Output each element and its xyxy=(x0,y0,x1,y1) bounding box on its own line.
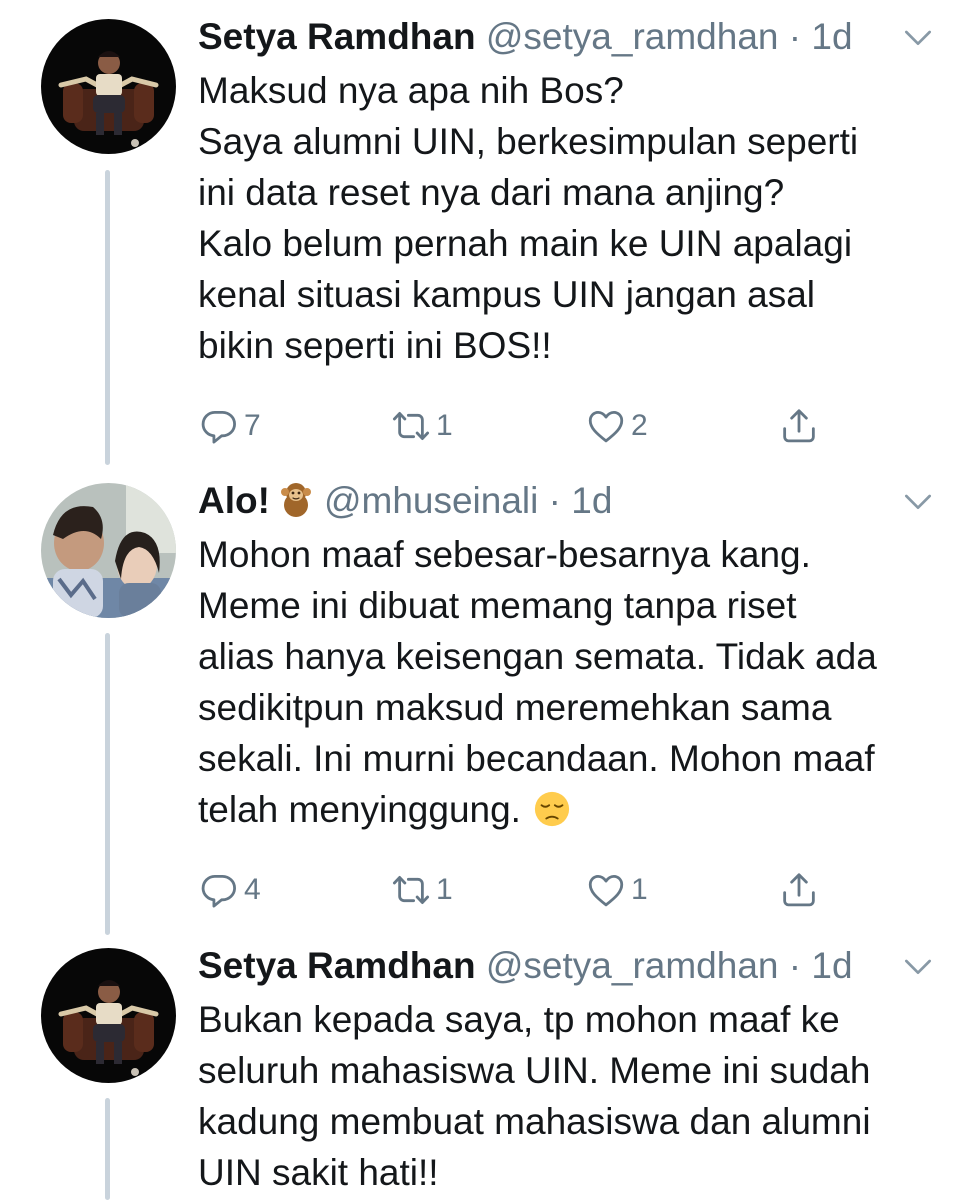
tweet-text-line: sekali. Ini murni becandaan. Mohon maaf xyxy=(198,738,875,779)
share-icon xyxy=(778,869,820,911)
tweet[interactable]: Setya Ramdhan @setya_ramdhan · 1d Maksud… xyxy=(198,13,938,451)
retweet-icon xyxy=(390,405,432,447)
tweet-header: Setya Ramdhan @setya_ramdhan · 1d xyxy=(198,13,938,61)
thread-connector-1 xyxy=(105,170,110,465)
tweet-text: Maksud nya apa nih Bos? Saya alumni UIN,… xyxy=(198,65,938,371)
reply-count: 7 xyxy=(244,409,261,442)
reply-count: 4 xyxy=(244,873,261,906)
tweet-header: Alo! @mhuseinali · 1d xyxy=(198,477,938,525)
tweet-text-line: Mohon maaf sebesar-besarnya kang. xyxy=(198,534,811,575)
display-name[interactable]: Setya Ramdhan xyxy=(198,16,476,57)
share-icon xyxy=(778,405,820,447)
chevron-down-icon[interactable] xyxy=(898,481,938,521)
tweet-text-line: alias hanya keisengan semata. Tidak ada xyxy=(198,636,877,677)
timestamp[interactable]: 1d xyxy=(571,480,612,521)
retweet-button[interactable]: 1 xyxy=(390,865,453,915)
display-name[interactable]: Alo! xyxy=(198,480,270,521)
tweet-text-line: Kalo belum pernah main ke UIN apalagi xyxy=(198,223,853,264)
avatar-photo xyxy=(41,483,176,618)
timestamp[interactable]: 1d xyxy=(811,16,852,57)
tweet-text-line-last: telah menyinggung. xyxy=(198,784,938,835)
like-icon xyxy=(585,405,627,447)
tweet-text-line: bikin seperti ini BOS!! xyxy=(198,325,552,366)
tweet-actions: 7 1 2 xyxy=(198,401,938,451)
tweet-text-line: kadung membuat mahasiswa dan alumni xyxy=(198,1101,871,1142)
tweet-text: Mohon maaf sebesar-besarnya kang. Meme i… xyxy=(198,529,938,835)
reply-icon xyxy=(198,405,240,447)
timestamp[interactable]: 1d xyxy=(811,945,852,986)
tweet-text-line: sedikitpun maksud meremehkan sama xyxy=(198,687,832,728)
avatar[interactable] xyxy=(41,19,176,154)
tweet-text-line: Saya alumni UIN, berkesimpulan seperti xyxy=(198,121,859,162)
share-button[interactable] xyxy=(778,865,820,915)
share-button[interactable] xyxy=(778,401,820,451)
reply-icon xyxy=(198,869,240,911)
monkey-emoji xyxy=(276,479,316,519)
retweet-icon xyxy=(390,869,432,911)
tweet-text-line: seluruh mahasiswa UIN. Meme ini sudah xyxy=(198,1050,871,1091)
username[interactable]: @setya_ramdhan xyxy=(486,16,779,57)
tweet-text-line: telah menyinggung. xyxy=(198,789,521,830)
tweet-header: Setya Ramdhan @setya_ramdhan · 1d xyxy=(198,942,938,990)
tweet-text-line: ini data reset nya dari mana anjing? xyxy=(198,172,785,213)
like-count: 1 xyxy=(631,873,648,906)
tweet-text-line: Maksud nya apa nih Bos? xyxy=(198,70,624,111)
avatar[interactable] xyxy=(41,948,176,1083)
avatar-photo xyxy=(41,948,176,1083)
retweet-button[interactable]: 1 xyxy=(390,401,453,451)
tweet[interactable]: Alo! @mhuseinali · 1d Mohon maaf sebesar-… xyxy=(198,477,938,915)
like-count: 2 xyxy=(631,409,648,442)
thread-connector-3 xyxy=(105,1098,110,1200)
username[interactable]: @setya_ramdhan xyxy=(486,945,779,986)
separator-dot: · xyxy=(788,16,802,57)
like-button[interactable]: 1 xyxy=(585,865,648,915)
retweet-count: 1 xyxy=(436,873,453,906)
separator-dot: · xyxy=(548,480,561,521)
like-button[interactable]: 2 xyxy=(585,401,648,451)
tweet-text: Bukan kepada saya, tp mohon maaf ke selu… xyxy=(198,994,938,1198)
reply-button[interactable]: 7 xyxy=(198,401,261,451)
tweet[interactable]: Setya Ramdhan @setya_ramdhan · 1d Bukan … xyxy=(198,942,938,1198)
separator-dot: · xyxy=(788,945,802,986)
reply-button[interactable]: 4 xyxy=(198,865,261,915)
tweet-text-line: kenal situasi kampus UIN jangan asal xyxy=(198,274,815,315)
pensive-face-emoji xyxy=(533,790,571,828)
avatar-photo xyxy=(41,19,176,154)
display-name[interactable]: Setya Ramdhan xyxy=(198,945,476,986)
tweet-text-line: Meme ini dibuat memang tanpa riset xyxy=(198,585,797,626)
avatar[interactable] xyxy=(41,483,176,618)
chevron-down-icon[interactable] xyxy=(898,17,938,57)
chevron-down-icon[interactable] xyxy=(898,946,938,986)
tweet-text-line: Bukan kepada saya, tp mohon maaf ke xyxy=(198,999,840,1040)
like-icon xyxy=(585,869,627,911)
tweet-actions: 4 1 1 xyxy=(198,865,938,915)
tweet-text-line: UIN sakit hati!! xyxy=(198,1152,439,1193)
retweet-count: 1 xyxy=(436,409,453,442)
thread-connector-2 xyxy=(105,633,110,935)
username[interactable]: @mhuseinali xyxy=(324,480,538,521)
